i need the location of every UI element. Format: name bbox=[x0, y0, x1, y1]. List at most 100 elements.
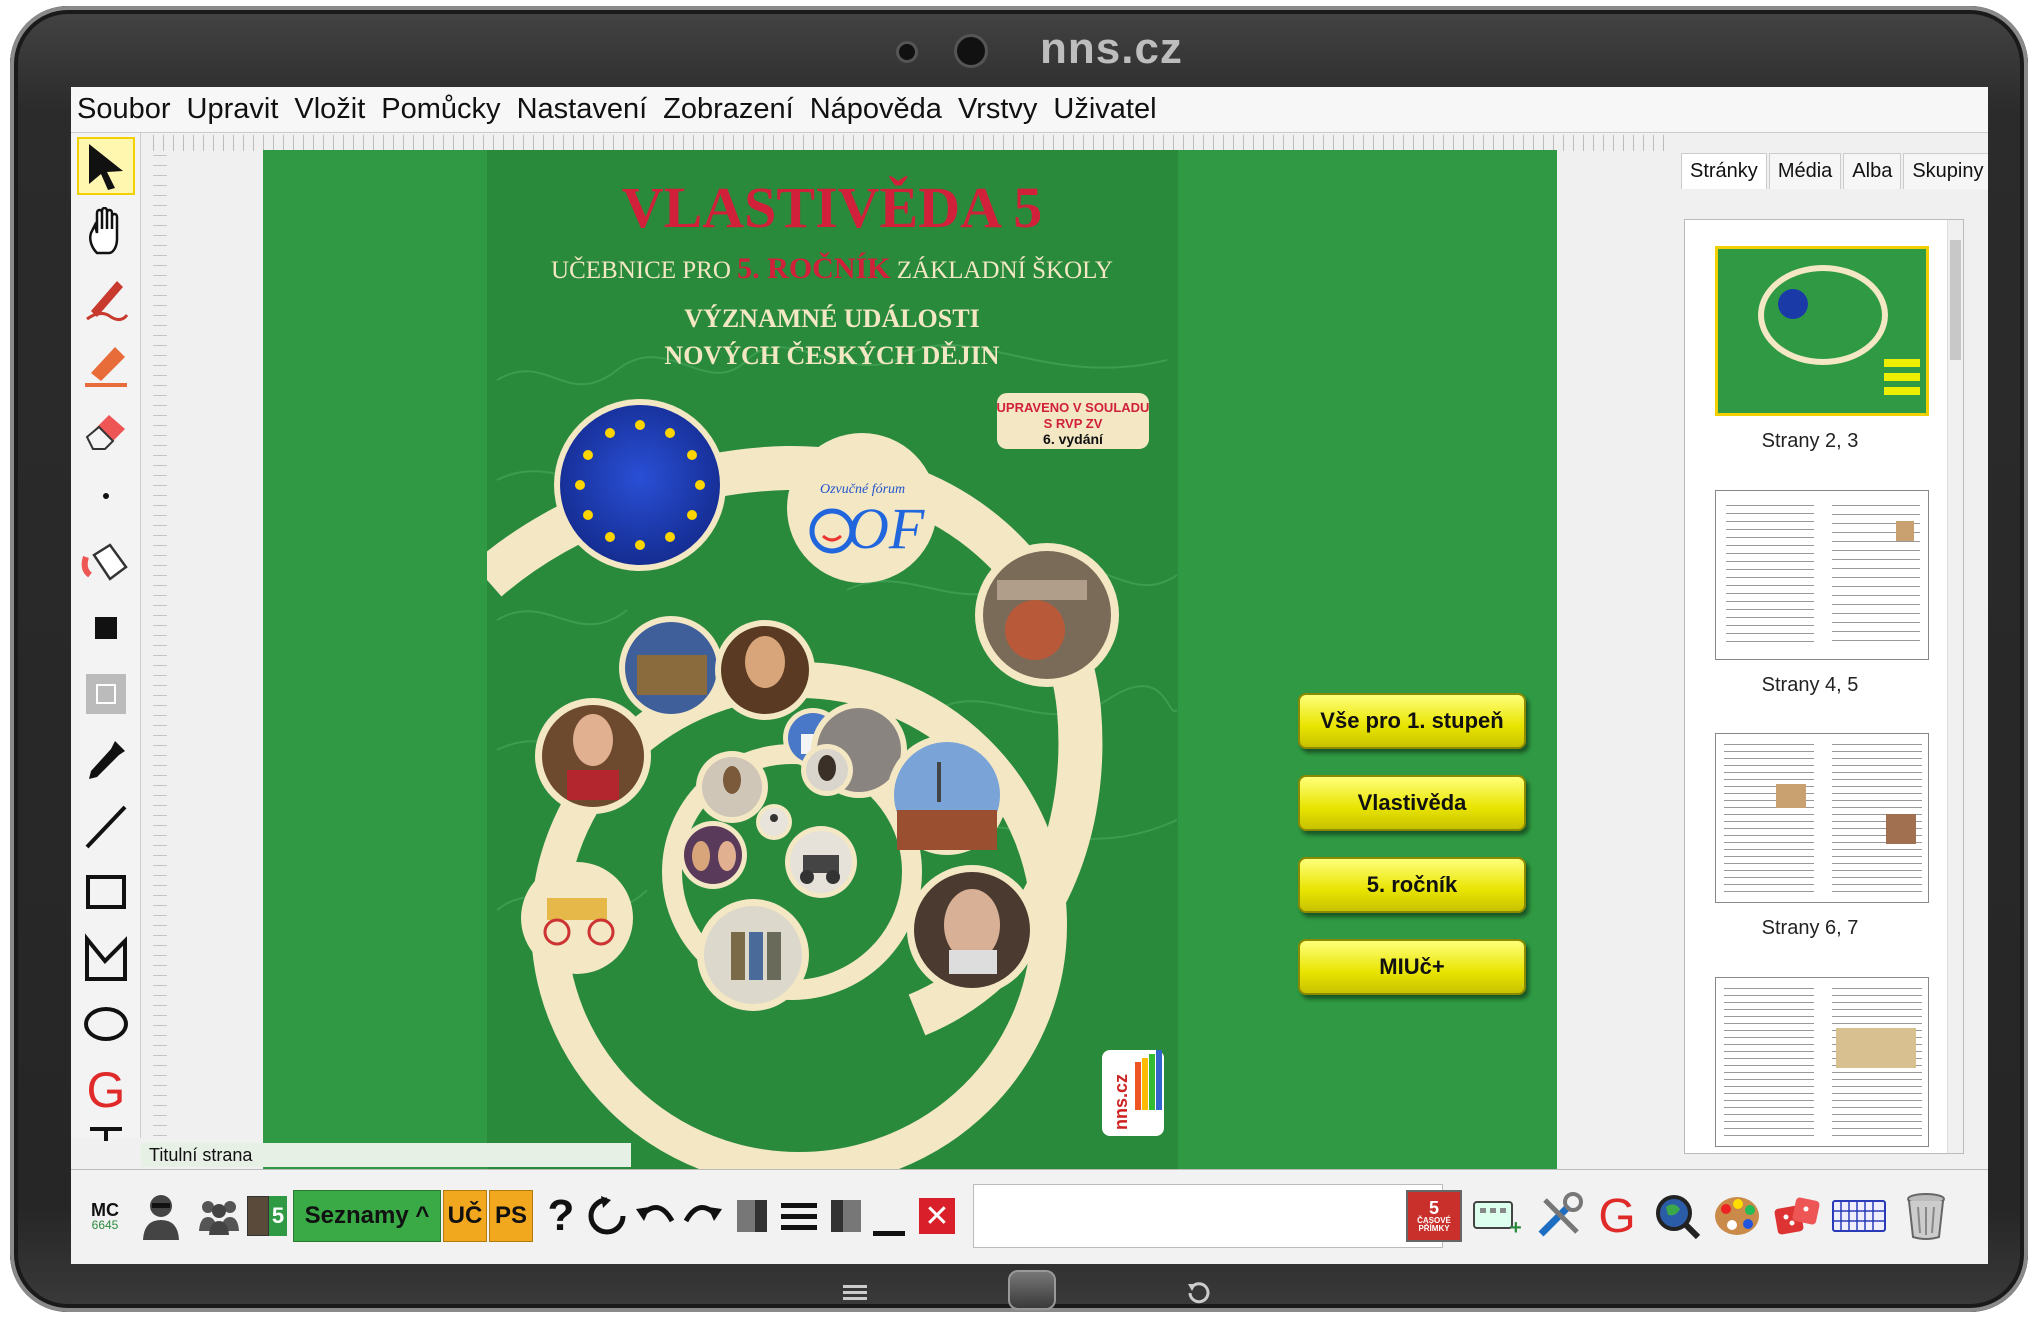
minimize-button[interactable] bbox=[871, 1190, 907, 1242]
menu-vlozit[interactable]: Vložit bbox=[294, 93, 365, 126]
palette-button[interactable] bbox=[1711, 1190, 1763, 1242]
tab-stranky[interactable]: Stránky bbox=[1681, 153, 1767, 189]
command-input[interactable] bbox=[973, 1184, 1443, 1248]
thumbnail-4[interactable] bbox=[1715, 977, 1929, 1147]
dice-button[interactable] bbox=[1771, 1190, 1823, 1242]
tools-icon bbox=[1538, 1192, 1583, 1237]
hand-tool[interactable] bbox=[77, 203, 135, 261]
user-button[interactable] bbox=[137, 1190, 185, 1242]
line-color-tool[interactable] bbox=[77, 665, 135, 723]
geometry-tool[interactable]: G bbox=[77, 1061, 135, 1119]
mc-counter[interactable]: MC 6645 bbox=[81, 1190, 129, 1242]
rectangle-icon bbox=[86, 875, 126, 909]
menu-pomucky[interactable]: Pomůcky bbox=[381, 93, 500, 126]
book-subtitle-b: ZÁKLADNÍ ŠKOLY bbox=[891, 255, 1113, 284]
group-icon bbox=[199, 1201, 239, 1235]
device-brand: nns.cz bbox=[1040, 24, 1183, 73]
thumbnail-1[interactable] bbox=[1715, 246, 1929, 416]
keyboard-icon bbox=[1832, 1200, 1886, 1232]
back-hw-button[interactable] bbox=[1186, 1280, 1210, 1304]
page-name: Titulní strana bbox=[149, 1145, 253, 1165]
horizontal-ruler bbox=[153, 135, 1723, 151]
menu-nastaveni[interactable]: Nastavení bbox=[517, 93, 648, 126]
grade-badge: 5 bbox=[269, 1196, 287, 1236]
timeline-number: 5 bbox=[1428, 1198, 1439, 1218]
vse-pro-1-stupen-button[interactable]: Vše pro 1. stupeň bbox=[1298, 693, 1526, 749]
highlighter-icon bbox=[85, 347, 127, 387]
menu-vrstvy[interactable]: Vrstvy bbox=[958, 93, 1037, 126]
fill-color-tool[interactable] bbox=[77, 599, 135, 657]
vertical-ruler bbox=[153, 151, 167, 1146]
ps-button[interactable]: PS bbox=[489, 1190, 533, 1242]
text-tool[interactable] bbox=[77, 1121, 135, 1141]
tools-button[interactable] bbox=[1533, 1190, 1585, 1242]
select-tool[interactable] bbox=[77, 137, 135, 195]
menu-napoveda[interactable]: Nápověda bbox=[810, 93, 942, 126]
panel-left-button[interactable] bbox=[735, 1190, 769, 1242]
panel-right-icon bbox=[831, 1200, 861, 1232]
redo-icon bbox=[683, 1205, 722, 1223]
miuc-plus-button[interactable]: MIUč+ bbox=[1298, 939, 1526, 995]
publisher-arc-text: Ozvučné fórum bbox=[820, 482, 905, 497]
group-button[interactable] bbox=[195, 1190, 243, 1242]
trash-button[interactable] bbox=[1901, 1190, 1951, 1242]
pen-tool[interactable] bbox=[77, 269, 135, 327]
thumbnail-2-label: Strany 4, 5 bbox=[1761, 674, 1859, 696]
eraser-tool[interactable] bbox=[77, 401, 135, 459]
home-hw-button[interactable] bbox=[1008, 1270, 1056, 1310]
globe-search-button[interactable] bbox=[1651, 1190, 1703, 1242]
thumbnail-3[interactable] bbox=[1715, 733, 1929, 903]
menu-soubor[interactable]: Soubor bbox=[77, 93, 171, 126]
line-tool[interactable] bbox=[77, 797, 135, 855]
polygon-tool[interactable] bbox=[77, 929, 135, 987]
tool-palette: G bbox=[71, 133, 141, 1141]
tab-alba[interactable]: Alba bbox=[1843, 153, 1902, 189]
seznamy-button[interactable]: Seznamy ^ bbox=[293, 1190, 441, 1242]
tab-media[interactable]: Média bbox=[1768, 153, 1842, 189]
vlastiveda-button[interactable]: Vlastivěda bbox=[1298, 775, 1526, 831]
close-button[interactable]: ✕ bbox=[917, 1190, 957, 1242]
lines-icon bbox=[843, 1285, 867, 1300]
history-photos bbox=[521, 543, 1119, 1011]
mc-number: 6645 bbox=[91, 1218, 119, 1232]
camera-lens bbox=[896, 41, 918, 63]
undo-button[interactable] bbox=[633, 1190, 677, 1242]
ellipse-tool[interactable] bbox=[77, 995, 135, 1053]
geometry-g-button[interactable]: G bbox=[1593, 1190, 1641, 1243]
redo-button[interactable] bbox=[681, 1190, 725, 1242]
timeline-button[interactable]: 5 ČASOVÉ PŘÍMKY bbox=[1406, 1190, 1462, 1242]
menu-lines-button[interactable] bbox=[779, 1190, 819, 1242]
keyboard-button[interactable] bbox=[1831, 1190, 1887, 1242]
recent-apps-hw-button[interactable] bbox=[843, 1284, 867, 1300]
highlighter-tool[interactable] bbox=[77, 335, 135, 393]
thumbnails-scrollbar[interactable] bbox=[1947, 220, 1963, 1153]
menu-uzivatel[interactable]: Uživatel bbox=[1053, 93, 1156, 126]
paint-bucket-icon bbox=[81, 543, 128, 581]
refresh-button[interactable] bbox=[585, 1190, 629, 1242]
keyboard-plus-icon: + bbox=[1473, 1201, 1522, 1236]
rectangle-tool[interactable] bbox=[77, 863, 135, 921]
panel-left-icon bbox=[737, 1200, 767, 1232]
thumbnail-2[interactable] bbox=[1715, 490, 1929, 660]
scrollbar-thumb[interactable] bbox=[1950, 240, 1961, 360]
panel-right-button[interactable] bbox=[829, 1190, 863, 1242]
keyboard-plus-button[interactable]: + bbox=[1471, 1190, 1523, 1242]
menu-zobrazeni[interactable]: Zobrazení bbox=[663, 93, 794, 126]
dice-icon bbox=[1774, 1197, 1820, 1235]
help-button[interactable]: ? bbox=[541, 1190, 581, 1242]
gray-square-icon bbox=[86, 674, 126, 714]
publisher-of-logo: OF bbox=[847, 496, 925, 561]
eyedropper-tool[interactable] bbox=[77, 731, 135, 789]
uc-button[interactable]: UČ bbox=[443, 1190, 487, 1242]
5-rocnik-button[interactable]: 5. ročník bbox=[1298, 857, 1526, 913]
rvp-badge-3: 6. vydání bbox=[1043, 431, 1104, 447]
portrait-icon bbox=[247, 1196, 269, 1236]
hand-icon bbox=[89, 207, 119, 255]
trash-icon bbox=[1907, 1193, 1945, 1240]
tab-skupiny[interactable]: Skupiny bbox=[1903, 153, 1988, 189]
fill-tool[interactable] bbox=[77, 533, 135, 591]
menu-upravit[interactable]: Upravit bbox=[187, 93, 279, 126]
dot-size-tool[interactable] bbox=[77, 467, 135, 525]
class-badge[interactable]: 5 bbox=[247, 1190, 287, 1242]
thumbnail-3-label: Strany 6, 7 bbox=[1761, 917, 1859, 939]
